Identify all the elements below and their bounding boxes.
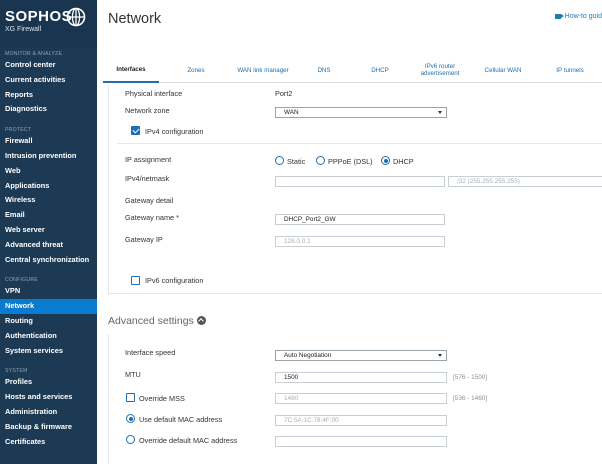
sidebar-item-authentication[interactable]: Authentication [0, 329, 97, 344]
tab-ipv6-router-advertisement[interactable]: IPv6 router advertisement [411, 57, 469, 83]
sidebar-item-web[interactable]: Web [0, 164, 97, 179]
radio-pppoe[interactable] [316, 156, 325, 165]
ipv6-config-label: IPv6 configuration [145, 276, 204, 285]
mtu-input[interactable]: 1500 [275, 372, 447, 383]
product-name: XG Firewall [5, 26, 42, 33]
default-mac-input[interactable]: 7C:5A:1C:78:4F:00 [275, 415, 447, 426]
interface-panel: Physical interface Port2 Network zone WA… [108, 84, 602, 294]
use-default-mac-radio[interactable] [126, 414, 135, 423]
globe-logo-icon [66, 7, 86, 27]
sidebar-item-reports[interactable]: Reports [0, 88, 97, 103]
gateway-ip-label: Gateway IP [125, 235, 163, 244]
gateway-name-label: Gateway name * [125, 213, 179, 222]
physical-interface-label: Physical interface [125, 89, 183, 98]
interface-speed-value: Auto Negotiation [284, 352, 332, 359]
tab-dhcp[interactable]: DHCP [361, 57, 399, 83]
sidebar-item-central-synchronization[interactable]: Central synchronization [0, 253, 97, 268]
sidebar-item-network[interactable]: Network [0, 299, 97, 314]
sidebar-item-applications[interactable]: Applications [0, 179, 97, 194]
mtu-label: MTU [125, 370, 141, 379]
physical-interface-value: Port2 [275, 89, 293, 98]
ipv4-config-label: IPv4 configuration [145, 127, 204, 136]
interface-speed-select[interactable]: Auto Negotiation [275, 350, 447, 361]
video-icon [554, 13, 564, 19]
sidebar-nav: MONITOR & ANALYZE Control center Current a… [0, 50, 97, 449]
chevron-down-icon [438, 111, 442, 114]
ipv4-netmask-label: IPv4/netmask [125, 174, 170, 183]
page-title: Network [108, 11, 162, 27]
gateway-ip-input[interactable]: 128.0.0.1 [275, 236, 445, 247]
how-to-guide-label: How-to guid [564, 13, 602, 20]
mss-range-hint: [536 - 1460] [453, 395, 488, 402]
override-mss-checkbox[interactable] [126, 393, 135, 402]
radio-static[interactable] [275, 156, 284, 165]
brand-header: SOPHOS XG Firewall [0, 0, 97, 48]
sidebar-item-vpn[interactable]: VPN [0, 284, 97, 299]
network-zone-value: WAN [284, 109, 299, 116]
sidebar-item-system-services[interactable]: System services [0, 344, 97, 359]
sidebar-section-title: PROTECT [5, 127, 32, 134]
gateway-name-input[interactable]: DHCP_Port2_GW [275, 214, 445, 225]
sidebar-section-title: CONFIGURE [5, 277, 38, 284]
sidebar-item-backup-firmware[interactable]: Backup & firmware [0, 420, 97, 435]
sidebar-item-web-server[interactable]: Web server [0, 223, 97, 238]
sidebar-item-diagnostics[interactable]: Diagnostics [0, 102, 97, 117]
sidebar-item-email[interactable]: Email [0, 208, 97, 223]
override-mac-input[interactable] [275, 436, 447, 447]
ipv6-config-checkbox[interactable] [131, 276, 140, 285]
sidebar-item-control-center[interactable]: Control center [0, 58, 97, 73]
advanced-settings-title: Advanced settings [108, 315, 194, 327]
ipv4-config-checkbox[interactable] [131, 126, 140, 135]
sidebar-item-intrusion-prevention[interactable]: Intrusion prevention [0, 149, 97, 164]
sidebar-item-advanced-threat[interactable]: Advanced threat [0, 238, 97, 253]
sidebar-item-certificates[interactable]: Certificates [0, 435, 97, 450]
ip-assignment-label: IP assignment [125, 155, 172, 164]
advanced-settings-header[interactable]: Advanced settings [108, 315, 206, 327]
chevron-down-icon [438, 354, 442, 357]
override-mac-radio[interactable] [126, 435, 135, 444]
mtu-range-hint: [576 - 1500] [453, 374, 488, 381]
override-mss-label: Override MSS [139, 394, 185, 403]
tab-ip-tunnels[interactable]: IP tunnels [539, 57, 601, 83]
advanced-settings-panel: Interface speed Auto Negotiation MTU 150… [108, 334, 602, 464]
radio-dhcp[interactable] [381, 156, 390, 165]
sidebar-item-administration[interactable]: Administration [0, 405, 97, 420]
override-mac-label: Override default MAC address [139, 436, 238, 445]
netmask-select[interactable]: /32 (255.255.255.255) [448, 176, 602, 187]
gateway-detail-label: Gateway detail [125, 196, 174, 205]
tab-wan-link-manager[interactable]: WAN link manager [223, 57, 303, 83]
sidebar-section-title: MONITOR & ANALYZE [5, 51, 63, 57]
mss-input[interactable]: 1460 [275, 393, 447, 404]
network-zone-select[interactable]: WAN [275, 107, 447, 118]
sidebar: SOPHOS XG Firewall MONITOR & ANALYZE Cont… [0, 0, 97, 464]
tab-zones[interactable]: Zones [171, 57, 221, 83]
sidebar-item-hosts-and-services[interactable]: Hosts and services [0, 390, 97, 405]
divider [117, 143, 602, 144]
sidebar-item-current-activities[interactable]: Current activities [0, 73, 97, 88]
tab-cellular-wan[interactable]: Cellular WAN [475, 57, 531, 83]
main-content: Network How-to guid Interfaces Zones WAN… [97, 0, 602, 464]
radio-pppoe-label: PPPoE (DSL) [328, 157, 373, 166]
tab-bar: Interfaces Zones WAN link manager DNS DH… [103, 57, 602, 83]
sidebar-section-title: SYSTEM [5, 368, 28, 375]
sidebar-item-profiles[interactable]: Profiles [0, 375, 97, 390]
tab-dns[interactable]: DNS [303, 57, 345, 83]
use-default-mac-label: Use default MAC address [139, 415, 223, 424]
sidebar-item-firewall[interactable]: Firewall [0, 134, 97, 149]
sidebar-item-wireless[interactable]: Wireless [0, 193, 97, 208]
ipv4-address-input[interactable] [275, 176, 445, 187]
network-zone-label: Network zone [125, 106, 170, 115]
sidebar-item-routing[interactable]: Routing [0, 314, 97, 329]
how-to-guide-link[interactable]: How-to guid [554, 13, 602, 20]
radio-static-label: Static [287, 157, 306, 166]
tab-interfaces[interactable]: Interfaces [103, 57, 159, 83]
chevron-up-icon[interactable] [196, 315, 206, 325]
radio-dhcp-label: DHCP [393, 157, 414, 166]
interface-speed-label: Interface speed [125, 348, 176, 357]
